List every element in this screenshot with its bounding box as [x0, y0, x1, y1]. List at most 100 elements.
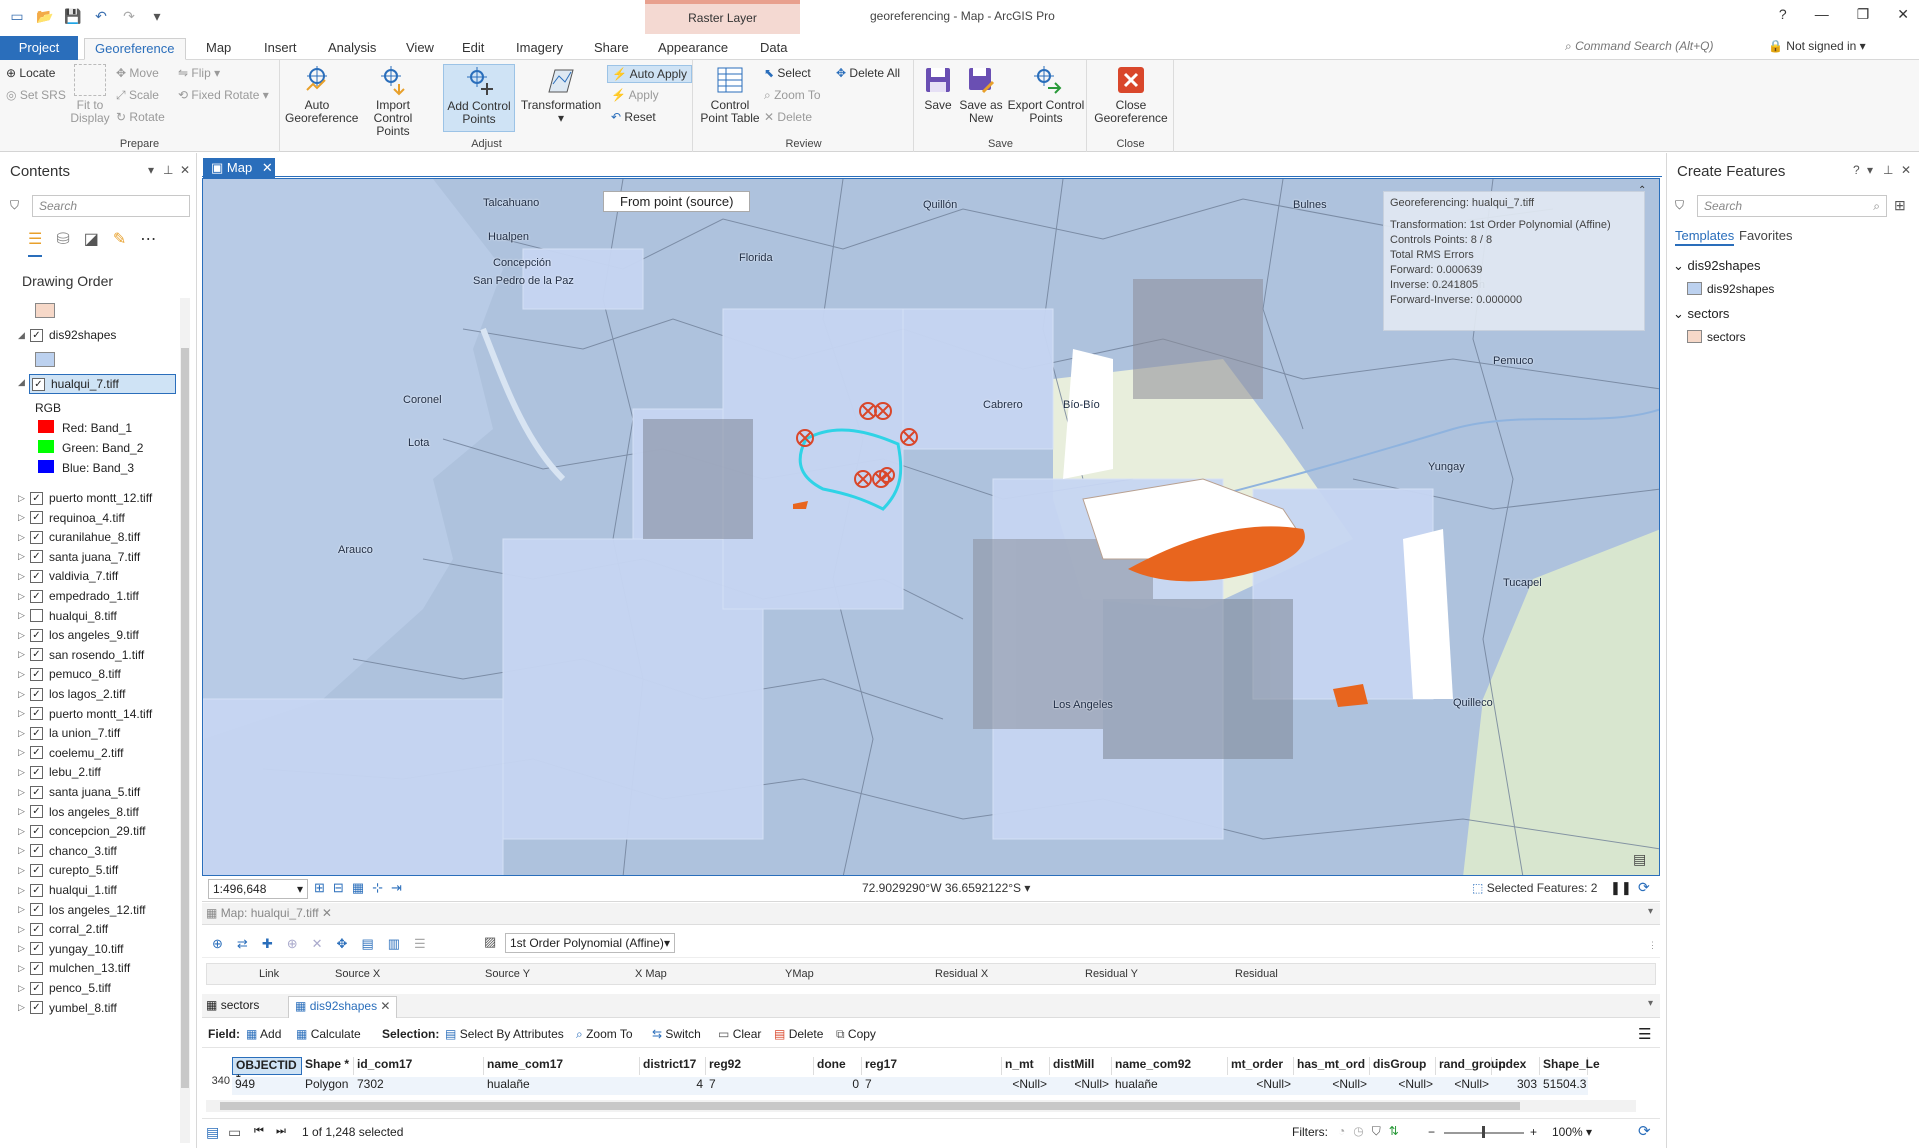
layer-checkbox[interactable]: ✓ — [30, 961, 43, 975]
table-cell[interactable]: <Null> — [1294, 1077, 1370, 1095]
template-item-dis92shapes[interactable]: dis92shapes — [1707, 282, 1774, 296]
data-source-icon[interactable]: ⛁ — [56, 229, 69, 257]
expand-icon[interactable]: ▷ — [18, 532, 30, 543]
expand-icon[interactable]: ▷ — [18, 591, 30, 602]
expand-icon[interactable]: ▷ — [18, 571, 30, 582]
map-view-tab[interactable]: ▣ Map ✕ — [203, 158, 275, 178]
expand-icon[interactable]: ▷ — [18, 493, 30, 504]
tab-imagery[interactable]: Imagery — [506, 38, 573, 60]
zoom-level[interactable]: 100% ▾ — [1552, 1125, 1592, 1139]
expand-icon[interactable]: ▷ — [18, 649, 30, 660]
layer-item[interactable]: ▷ ✓ empedrado_1.tiff — [18, 586, 139, 606]
tab-map[interactable]: Map — [196, 38, 241, 60]
rotate-button[interactable]: ↻ Rotate — [116, 110, 165, 124]
layer-checkbox[interactable]: ✓ — [30, 530, 43, 544]
layer-checkbox[interactable] — [30, 609, 43, 623]
close-cpt-tab-icon[interactable]: ✕ — [322, 906, 332, 920]
layer-checkbox[interactable]: ✓ — [30, 667, 43, 681]
layer-checkbox[interactable]: ✓ — [30, 863, 43, 877]
filter-extent-icon[interactable]: ◔ — [1338, 1124, 1345, 1139]
sign-in-status[interactable]: 🔒 Not signed in ▾ — [1768, 39, 1866, 53]
new-project-icon[interactable]: ▭ — [8, 8, 26, 24]
layer-item[interactable]: ▷ ✓ la union_7.tiff — [18, 723, 120, 743]
pause-icon[interactable]: ❚❚ — [1610, 880, 1632, 896]
drawing-order-icon[interactable]: ☰ — [28, 229, 43, 257]
attr-column-header[interactable]: distMill — [1050, 1057, 1112, 1075]
delete-point-icon[interactable]: ✕ — [312, 936, 323, 952]
layer-item[interactable]: ▷ ✓ santa juana_5.tiff — [18, 782, 140, 802]
pin-icon[interactable]: ⊥ — [163, 163, 173, 177]
zoom-slider-thumb[interactable] — [1482, 1126, 1485, 1138]
template-item-sectors[interactable]: sectors — [1707, 330, 1746, 344]
attr-horizontal-scrollbar[interactable] — [206, 1100, 1636, 1112]
attr-column-header[interactable]: rand_group — [1436, 1057, 1506, 1075]
layer-item[interactable]: ▷ ✓ concepcion_29.tiff — [18, 821, 146, 841]
layer-checkbox[interactable]: ✓ — [30, 903, 43, 917]
transformation-button[interactable]: Transformation ▾ — [519, 64, 603, 125]
control-point-table-button[interactable]: Control Point Table — [698, 64, 762, 125]
open-project-icon[interactable]: 📂 — [36, 8, 54, 24]
layer-checkbox[interactable]: ✓ — [30, 922, 43, 936]
close-map-tab-icon[interactable]: ✕ — [262, 160, 273, 175]
save-as-new-button[interactable]: Save as New — [959, 64, 1003, 125]
layer-item[interactable]: ▷ ✓ penco_5.tiff — [18, 978, 111, 998]
save-button[interactable]: Save — [919, 64, 957, 112]
attr-column-header[interactable]: Shape_Le — [1540, 1057, 1600, 1075]
attr-column-header[interactable]: n_mt — [1002, 1057, 1050, 1075]
layer-item[interactable]: ▷ ✓ curanilahue_8.tiff — [18, 527, 140, 547]
pause-draw-icon[interactable]: ⇥ — [391, 880, 402, 896]
manage-templates-icon[interactable]: ⊞ — [1894, 197, 1906, 214]
expand-icon[interactable]: ▷ — [18, 943, 30, 954]
layer-checkbox[interactable]: ✓ — [30, 589, 43, 603]
layer-hualqui-7-selected[interactable]: ✓ hualqui_7.tiff — [29, 374, 176, 394]
create-features-search-input[interactable]: Search ⌕ — [1697, 195, 1887, 217]
layer-checkbox[interactable]: ✓ — [30, 844, 43, 858]
refresh-icon[interactable]: ⟳ — [1638, 879, 1650, 896]
expand-icon[interactable]: ▷ — [18, 630, 30, 641]
expand-icon[interactable]: ▷ — [18, 924, 30, 935]
layer-item[interactable]: ▷ ✓ lebu_2.tiff — [18, 762, 101, 782]
expand-icon[interactable]: ▷ — [18, 728, 30, 739]
move-button[interactable]: ✥ Move — [116, 66, 159, 80]
expand-icon[interactable]: ▷ — [18, 747, 30, 758]
expand-icon[interactable]: ▷ — [18, 983, 30, 994]
snap-icon[interactable]: ⊹ — [372, 880, 383, 896]
expand-icon[interactable]: ▷ — [18, 787, 30, 798]
layer-checkbox[interactable]: ✓ — [30, 648, 43, 662]
cpt-column-header[interactable]: YMap — [785, 968, 814, 980]
fixed-rotate-button[interactable]: ⟲ Fixed Rotate ▾ — [178, 88, 269, 102]
auto-georeference-button[interactable]: Auto Georeference — [285, 64, 358, 125]
help-icon[interactable]: ? — [1853, 163, 1860, 177]
expand-icon[interactable]: ▷ — [18, 669, 30, 680]
fit-to-display-button[interactable]: Fit to Display — [70, 64, 110, 125]
layer-checkbox[interactable]: ✓ — [30, 628, 43, 642]
layer-checkbox[interactable]: ✓ — [30, 491, 43, 505]
layer-checkbox[interactable]: ✓ — [30, 726, 43, 740]
table-cell[interactable]: Polygon — [302, 1077, 354, 1095]
zoom-to-selection-button[interactable]: ⌕ Zoom To — [576, 1027, 633, 1042]
switch-selection-button[interactable]: ⇆ Switch — [652, 1027, 701, 1041]
set-srs-button[interactable]: ◎ Set SRS — [6, 88, 66, 102]
template-group-sectors[interactable]: ⌄ sectors — [1673, 306, 1729, 322]
layer-checkbox[interactable]: ✓ — [30, 707, 43, 721]
layer-item[interactable]: ▷ ✓ yumbel_8.tiff — [18, 998, 117, 1018]
layer-item[interactable]: ▷ ✓ los lagos_2.tiff — [18, 684, 126, 704]
expand-icon[interactable]: ▷ — [18, 845, 30, 856]
import-icon[interactable]: ▤ — [361, 936, 373, 952]
collapse-icon[interactable]: ◢ — [18, 377, 25, 388]
dis92shapes-symbol-swatch[interactable] — [35, 352, 55, 367]
layer-item[interactable]: ▷ hualqui_8.tiff — [18, 606, 117, 626]
table-cell[interactable]: hualañe — [484, 1077, 640, 1095]
tab-favorites[interactable]: Favorites — [1739, 228, 1792, 243]
close-georeference-button[interactable]: Close Georeference — [1092, 64, 1170, 125]
layer-checkbox[interactable]: ✓ — [30, 942, 43, 956]
cpt-column-header[interactable]: Link — [259, 968, 279, 980]
tab-georeference[interactable]: Georeference — [84, 38, 186, 60]
cpt-column-header[interactable]: Residual Y — [1085, 968, 1138, 980]
expand-icon[interactable]: ▷ — [18, 610, 30, 621]
undo-icon[interactable]: ↶ — [92, 8, 110, 24]
layer-checkbox[interactable]: ✓ — [30, 981, 43, 995]
copy-selection-button[interactable]: ⧉ Copy — [836, 1027, 876, 1042]
layer-checkbox[interactable]: ✓ — [30, 328, 43, 342]
filter-range-icon[interactable]: ⇅ — [1389, 1124, 1399, 1139]
